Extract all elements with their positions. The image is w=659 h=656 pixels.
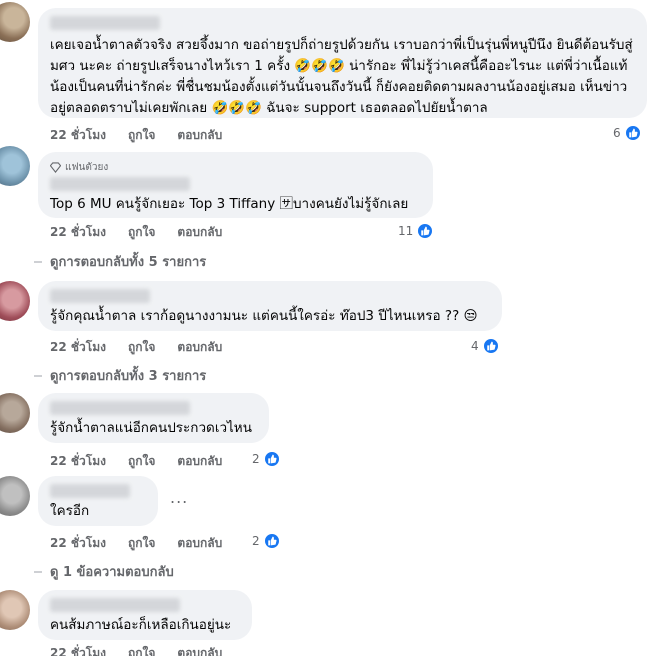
comment-text: รู้จักคุณน้ำตาล เราก้อดูนางงามนะ แต่คนนี…: [50, 308, 478, 324]
reply-button[interactable]: ตอบกลับ: [177, 452, 222, 471]
reply-button[interactable]: ตอบกลับ: [177, 223, 222, 242]
comment-actions: 22 ชั่วโมง ถูกใจ ตอบกลับ: [50, 644, 222, 656]
avatar[interactable]: [0, 281, 30, 321]
view-replies-label: ดู 1 ข้อความตอบกลับ: [50, 565, 174, 580]
reaction-count-value: 4: [471, 339, 479, 353]
top-fan-badge: แฟนตัวยง: [50, 160, 421, 175]
comment-bubble: รู้จักคุณน้ำตาล เราก้อดูนางงามนะ แต่คนนี…: [38, 281, 502, 331]
reaction-count-value: 2: [252, 534, 260, 548]
view-replies-label: ดูการตอบกลับทั้ง 5 รายการ: [50, 255, 207, 270]
comment-actions: 22 ชั่วโมง ถูกใจ ตอบกลับ: [50, 534, 222, 553]
like-button[interactable]: ถูกใจ: [128, 126, 155, 145]
like-button[interactable]: ถูกใจ: [128, 644, 155, 656]
commenter-name[interactable]: [50, 289, 150, 303]
reply-arrow-icon: [34, 260, 42, 263]
reaction-count[interactable]: 2: [252, 532, 281, 550]
avatar[interactable]: [0, 393, 30, 433]
comment-text: คนส้มภาษณ์อะก็เหลือเกินอยู่นะ: [50, 617, 232, 633]
comment-bubble: รู้จักน้ำตาลแน่อีกคนประกวดเวไหน: [38, 393, 269, 443]
reaction-count-value: 6: [613, 126, 621, 140]
comment-text: รู้จักน้ำตาลแน่อีกคนประกวดเวไหน: [50, 420, 252, 436]
reply-button[interactable]: ตอบกลับ: [177, 338, 222, 357]
comment-time[interactable]: 22 ชั่วโมง: [50, 126, 106, 145]
thumbs-up-icon: [262, 450, 281, 468]
like-button[interactable]: ถูกใจ: [128, 223, 155, 242]
thumbs-up-icon: [481, 337, 500, 355]
thumbs-up-icon: [416, 222, 435, 240]
reaction-count[interactable]: 11: [394, 221, 437, 241]
reaction-count[interactable]: 4: [467, 336, 502, 356]
view-replies-link[interactable]: ดู 1 ข้อความตอบกลับ: [34, 561, 174, 582]
commenter-name[interactable]: [50, 484, 130, 498]
comment-actions: 22 ชั่วโมง ถูกใจ ตอบกลับ: [50, 126, 222, 145]
diamond-icon: [50, 162, 61, 173]
comment-time[interactable]: 22 ชั่วโมง: [50, 223, 106, 242]
avatar[interactable]: [0, 476, 30, 516]
commenter-name[interactable]: [50, 598, 180, 612]
badge-label: แฟนตัวยง: [65, 162, 109, 173]
comment-bubble: ใครอีก: [38, 476, 158, 526]
commenter-name[interactable]: [50, 401, 190, 415]
reaction-count[interactable]: 2: [252, 450, 281, 468]
thumbs-up-icon: [623, 124, 642, 142]
comment-actions: 22 ชั่วโมง ถูกใจ ตอบกลับ: [50, 452, 222, 471]
view-replies-link[interactable]: ดูการตอบกลับทั้ง 5 รายการ: [34, 251, 206, 272]
comment-time[interactable]: 22 ชั่วโมง: [50, 644, 106, 656]
like-button[interactable]: ถูกใจ: [128, 338, 155, 357]
thumbs-up-icon: [262, 532, 281, 550]
reply-arrow-icon: [34, 374, 42, 377]
comment-bubble: เคยเจอน้ำตาลตัวจริง สวยจึ้งมาก ขอถ่ายรูป…: [38, 8, 647, 118]
avatar[interactable]: [0, 2, 30, 42]
commenter-name[interactable]: [50, 177, 190, 191]
reply-button[interactable]: ตอบกลับ: [177, 644, 222, 656]
comment-text: Top 6 MU คนรู้จักเยอะ Top 3 Tiffany 🈂บาง…: [50, 196, 409, 212]
comment-text: ใครอีก: [50, 503, 90, 519]
avatar[interactable]: [0, 146, 30, 186]
more-options-button[interactable]: ...: [170, 488, 188, 507]
comment-actions: 22 ชั่วโมง ถูกใจ ตอบกลับ: [50, 223, 222, 242]
reply-button[interactable]: ตอบกลับ: [177, 534, 222, 553]
comment-bubble: แฟนตัวยง Top 6 MU คนรู้จักเยอะ Top 3 Tif…: [38, 152, 433, 218]
like-button[interactable]: ถูกใจ: [128, 534, 155, 553]
reaction-count[interactable]: 6: [613, 124, 642, 142]
comment-time[interactable]: 22 ชั่วโมง: [50, 338, 106, 357]
commenter-name[interactable]: [50, 16, 160, 30]
like-button[interactable]: ถูกใจ: [128, 452, 155, 471]
view-replies-label: ดูการตอบกลับทั้ง 3 รายการ: [50, 369, 207, 384]
reaction-count-value: 2: [252, 452, 260, 466]
comment-time[interactable]: 22 ชั่วโมง: [50, 452, 106, 471]
comment-text: เคยเจอน้ำตาลตัวจริง สวยจึ้งมาก ขอถ่ายรูป…: [50, 37, 633, 116]
reply-button[interactable]: ตอบกลับ: [177, 126, 222, 145]
comment-actions: 22 ชั่วโมง ถูกใจ ตอบกลับ: [50, 338, 222, 357]
comment-time[interactable]: 22 ชั่วโมง: [50, 534, 106, 553]
avatar[interactable]: [0, 590, 30, 630]
view-replies-link[interactable]: ดูการตอบกลับทั้ง 3 รายการ: [34, 365, 206, 386]
reaction-count-value: 11: [398, 224, 414, 238]
reply-arrow-icon: [34, 570, 42, 573]
comment-bubble: คนส้มภาษณ์อะก็เหลือเกินอยู่นะ: [38, 590, 252, 640]
